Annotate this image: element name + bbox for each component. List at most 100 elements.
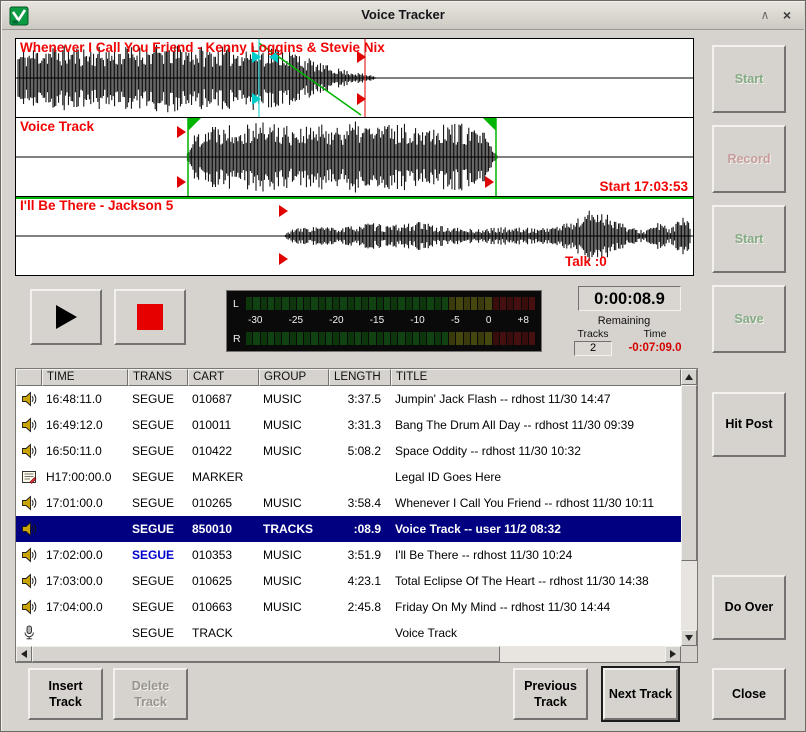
- scroll-left-button[interactable]: [16, 646, 32, 662]
- shade-button[interactable]: ∧: [756, 7, 774, 25]
- track-title: Whenever I Call You Friend - Kenny Loggi…: [20, 40, 385, 55]
- log-row[interactable]: 17:03:00.0SEGUE010625MUSIC4:23.1Total Ec…: [16, 568, 681, 594]
- scrollbar-corner: [681, 646, 697, 662]
- log-row[interactable]: 16:48:11.0SEGUE010687MUSIC3:37.5Jumpin' …: [16, 386, 681, 412]
- horizontal-scrollbar[interactable]: [16, 646, 681, 662]
- record-button[interactable]: Record: [712, 125, 786, 193]
- titlebar[interactable]: Voice Tracker ∧ ×: [2, 2, 804, 30]
- start-button-1[interactable]: Start: [712, 45, 786, 113]
- previous-track-button[interactable]: Previous Track: [513, 668, 588, 720]
- cell-cart: 010422: [188, 438, 259, 464]
- close-button[interactable]: Close: [712, 668, 786, 720]
- do-over-button[interactable]: Do Over: [712, 575, 786, 640]
- cell-length: 3:31.3: [329, 412, 391, 438]
- stop-button[interactable]: [114, 289, 186, 345]
- cell-time: [42, 620, 128, 646]
- cell-time: 17:02:00.0: [42, 542, 128, 568]
- cell-cart: 010687: [188, 386, 259, 412]
- track-title: Voice Track: [20, 119, 94, 134]
- log-table: TIMETRANSCARTGROUPLENGTHTITLE 16:48:11.0…: [15, 368, 698, 663]
- track-voice-track[interactable]: Voice Track Start 17:03:53: [15, 117, 694, 197]
- speaker-icon: [16, 568, 42, 594]
- meter-scale-label: -25: [289, 315, 303, 327]
- cell-title: Jumpin' Jack Flash -- rdhost 11/30 14:47: [391, 386, 681, 412]
- column-header-title[interactable]: TITLE: [391, 369, 681, 386]
- log-row[interactable]: SEGUETRACK Voice Track: [16, 620, 681, 646]
- stop-icon: [137, 304, 163, 330]
- cell-group: [259, 464, 329, 490]
- cell-title: Bang The Drum All Day -- rdhost 11/30 09…: [391, 412, 681, 438]
- waveform-voice-track: [16, 118, 693, 196]
- log-row[interactable]: H17:00:00.0SEGUEMARKERLegal ID Goes Here: [16, 464, 681, 490]
- cell-group: MUSIC: [259, 412, 329, 438]
- arrow-up-icon: [685, 374, 693, 380]
- arrow-down-icon: [685, 635, 693, 641]
- cell-length: :08.9: [329, 516, 391, 542]
- insert-track-button[interactable]: Insert Track: [28, 668, 103, 720]
- cell-trans: SEGUE: [128, 542, 188, 568]
- cell-title: Voice Track -- user 11/2 08:32: [391, 516, 681, 542]
- cell-cart: 010663: [188, 594, 259, 620]
- remaining-label: Remaining: [562, 315, 686, 327]
- cell-time: 16:50:11.0: [42, 438, 128, 464]
- log-row[interactable]: 17:02:00.0SEGUE010353MUSIC3:51.9I'll Be …: [16, 542, 681, 568]
- track-previous-song[interactable]: Whenever I Call You Friend - Kenny Loggi…: [15, 38, 694, 118]
- meter-scale: -30-25-20-15-10-50+8: [246, 315, 535, 327]
- cell-time: H17:00:00.0: [42, 464, 128, 490]
- log-row[interactable]: 17:01:00.0SEGUE010265MUSIC3:58.4Whenever…: [16, 490, 681, 516]
- cell-title: Friday On My Mind -- rdhost 11/30 14:44: [391, 594, 681, 620]
- horizontal-scrollbar-thumb[interactable]: [32, 646, 500, 662]
- log-row[interactable]: 16:49:12.0SEGUE010011MUSIC3:31.3Bang The…: [16, 412, 681, 438]
- track-title: I'll Be There - Jackson 5: [20, 198, 173, 213]
- column-header-group[interactable]: GROUP: [259, 369, 329, 386]
- cell-cart: 010353: [188, 542, 259, 568]
- vertical-scrollbar[interactable]: [681, 369, 697, 646]
- cell-title: Space Oddity -- rdhost 11/30 10:32: [391, 438, 681, 464]
- titlebar-close-button[interactable]: ×: [778, 7, 796, 25]
- cell-length: [329, 620, 391, 646]
- voice-tracker-window: Voice Tracker ∧ × Whenever I Call You Fr…: [0, 0, 806, 732]
- scroll-up-button[interactable]: [681, 369, 697, 385]
- cell-trans: SEGUE: [128, 386, 188, 412]
- column-header-cart[interactable]: CART: [188, 369, 259, 386]
- delete-track-button[interactable]: Delete Track: [113, 668, 188, 720]
- cell-trans: SEGUE: [128, 464, 188, 490]
- play-icon: [51, 302, 81, 332]
- save-button[interactable]: Save: [712, 285, 786, 353]
- cell-trans: SEGUE: [128, 412, 188, 438]
- tracks-remaining-value: 2: [574, 341, 612, 356]
- cell-cart: TRACK: [188, 620, 259, 646]
- cell-length: [329, 464, 391, 490]
- column-header-time[interactable]: TIME: [42, 369, 128, 386]
- cell-trans: SEGUE: [128, 490, 188, 516]
- track-next-song[interactable]: I'll Be There - Jackson 5 Talk :0: [15, 196, 694, 276]
- speaker-icon: [16, 516, 42, 542]
- column-header-trans[interactable]: TRANS: [128, 369, 188, 386]
- meter-left-leds: [246, 297, 535, 310]
- cell-time: 17:03:00.0: [42, 568, 128, 594]
- column-header-icon[interactable]: [16, 369, 42, 386]
- log-row[interactable]: 16:50:11.0SEGUE010422MUSIC5:08.2Space Od…: [16, 438, 681, 464]
- play-button[interactable]: [30, 289, 102, 345]
- cell-length: 3:37.5: [329, 386, 391, 412]
- cell-trans: SEGUE: [128, 516, 188, 542]
- column-header-length[interactable]: LENGTH: [329, 369, 391, 386]
- cell-trans: SEGUE: [128, 438, 188, 464]
- cell-title: Legal ID Goes Here: [391, 464, 681, 490]
- next-track-button[interactable]: Next Track: [603, 668, 678, 720]
- scroll-down-button[interactable]: [681, 630, 697, 646]
- cell-title: Voice Track: [391, 620, 681, 646]
- log-row[interactable]: 17:04:00.0SEGUE010663MUSIC2:45.8Friday O…: [16, 594, 681, 620]
- vertical-scrollbar-thumb[interactable]: [681, 385, 697, 561]
- start-button-2[interactable]: Start: [712, 205, 786, 273]
- cell-length: 2:45.8: [329, 594, 391, 620]
- log-body: 16:48:11.0SEGUE010687MUSIC3:37.5Jumpin' …: [16, 386, 681, 646]
- meter-left-label: L: [233, 298, 246, 310]
- log-row[interactable]: SEGUE850010TRACKS:08.9Voice Track -- use…: [16, 516, 681, 542]
- time-remaining-label: Time: [624, 328, 686, 340]
- cell-trans: SEGUE: [128, 568, 188, 594]
- scroll-right-button[interactable]: [665, 646, 681, 662]
- cell-group: MUSIC: [259, 542, 329, 568]
- hit-post-button[interactable]: Hit Post: [712, 392, 786, 457]
- cell-trans: SEGUE: [128, 620, 188, 646]
